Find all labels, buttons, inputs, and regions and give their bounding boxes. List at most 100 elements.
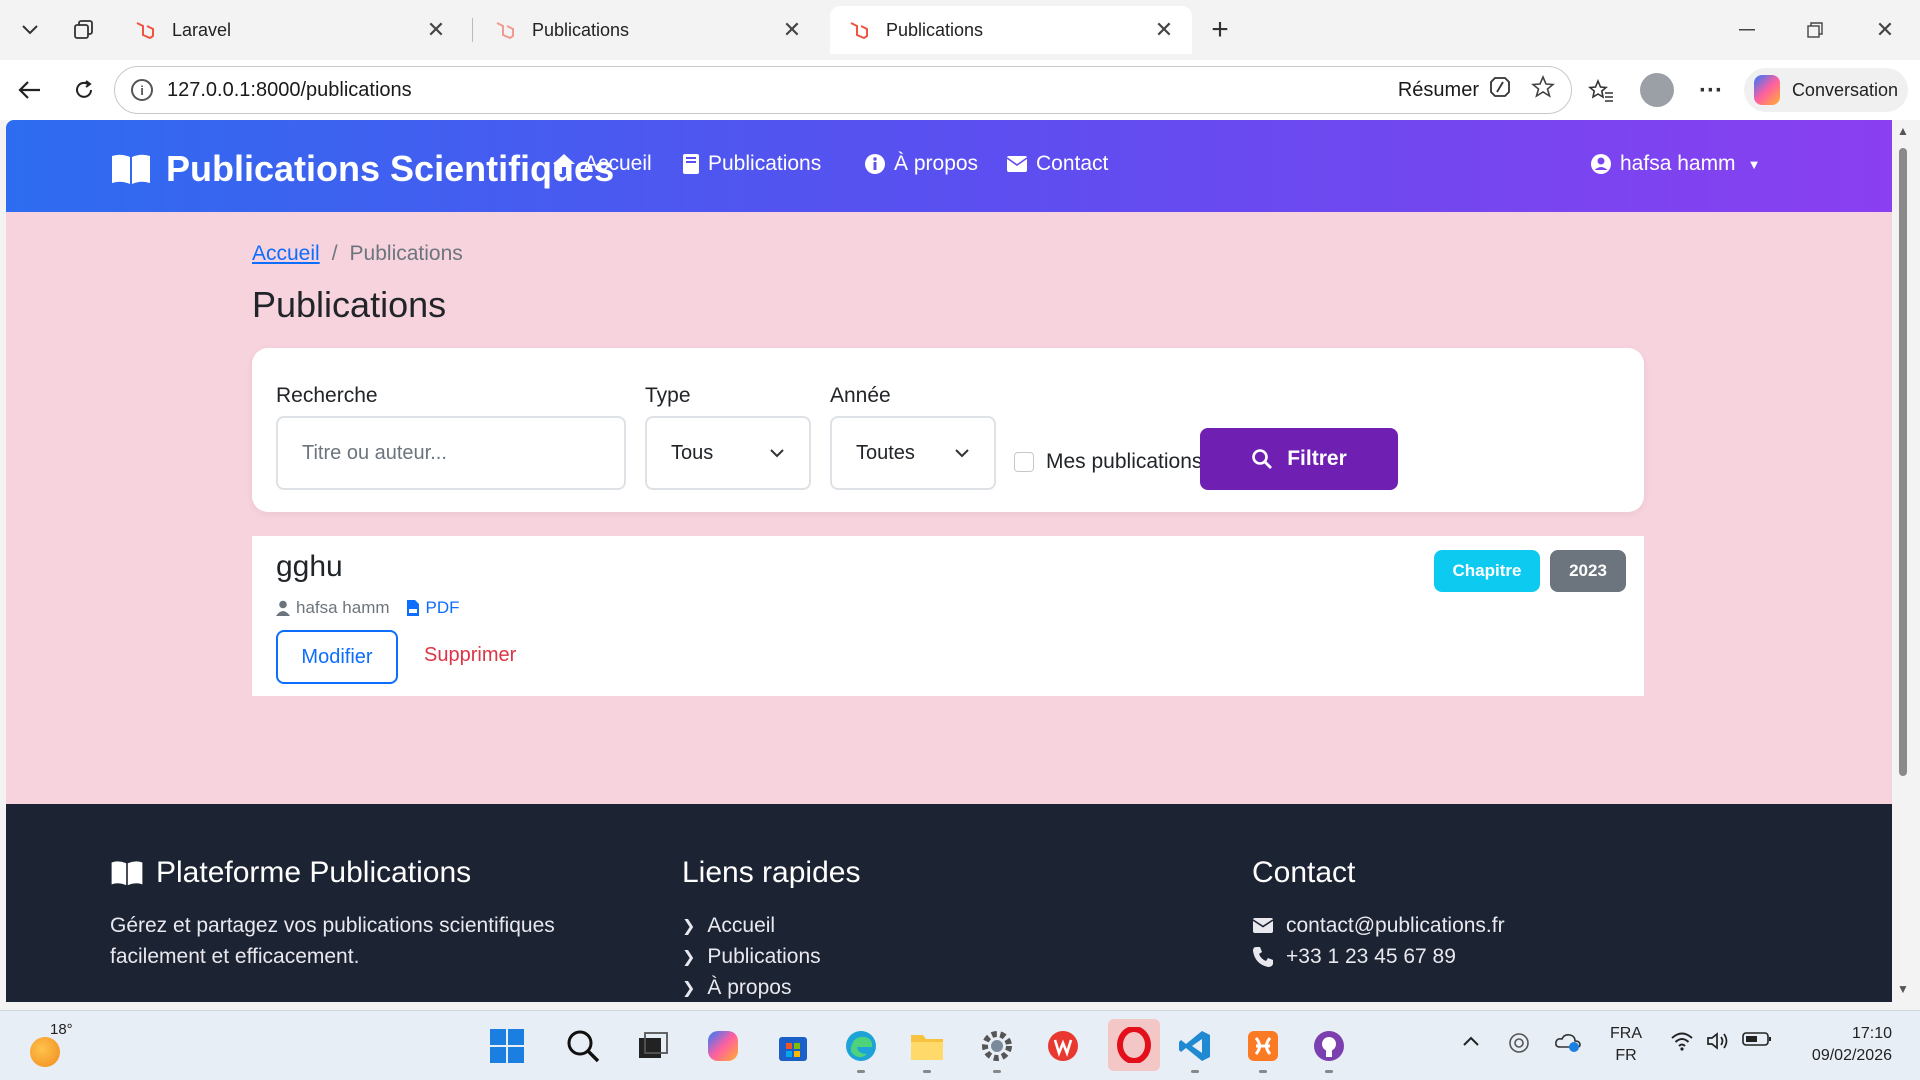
- settings-gear-icon[interactable]: [976, 1025, 1018, 1073]
- chevron-right-icon: ❯: [682, 917, 696, 935]
- brand-title: Publications Scientifiques: [166, 148, 615, 189]
- running-indicator: [993, 1070, 1001, 1073]
- footer-link-accueil[interactable]: ❯ Accueil: [682, 910, 821, 941]
- profile-avatar[interactable]: [1640, 73, 1674, 107]
- keyboard-layout: FR: [1615, 1047, 1637, 1064]
- copilot-button[interactable]: Conversation: [1744, 68, 1908, 112]
- scroll-up-arrow-icon[interactable]: ▲: [1897, 124, 1909, 138]
- restore-icon[interactable]: [1790, 10, 1840, 50]
- summarize-label[interactable]: Résumer: [1398, 79, 1479, 102]
- user-circle-icon: [1591, 154, 1611, 174]
- opera-browser-icon[interactable]: [1108, 1019, 1160, 1071]
- nav-link-contact[interactable]: Contact: [1006, 152, 1108, 176]
- footer-email-text: contact@publications.fr: [1286, 913, 1505, 937]
- language-code: FRA: [1610, 1025, 1642, 1042]
- url-text[interactable]: 127.0.0.1:8000/publications: [167, 79, 1398, 102]
- footer-phone[interactable]: +33 1 23 45 67 89: [1252, 941, 1505, 972]
- footer-link-a-propos[interactable]: ❯ À propos: [682, 972, 821, 1002]
- breadcrumb-home-link[interactable]: Accueil: [252, 242, 320, 266]
- minimize-icon[interactable]: [1722, 10, 1772, 50]
- tab-publications[interactable]: Publications ✕: [476, 6, 820, 54]
- search-placeholder: Titre ou auteur...: [302, 441, 447, 464]
- running-indicator: [1191, 1070, 1199, 1073]
- search-input[interactable]: Titre ou auteur...: [276, 416, 626, 490]
- favorite-star-icon[interactable]: [1530, 74, 1556, 105]
- running-indicator: [857, 1070, 865, 1073]
- close-icon[interactable]: ✕: [780, 17, 804, 43]
- volume-icon[interactable]: [1706, 1031, 1730, 1056]
- workspaces-icon[interactable]: [64, 12, 104, 48]
- footer-contact-title: Contact: [1252, 856, 1356, 889]
- site-navbar: Publications Scientifiques Accueil Publi…: [6, 120, 1892, 212]
- caret-down-icon: ▼: [1747, 156, 1761, 172]
- tray-app-icon[interactable]: [1508, 1031, 1530, 1060]
- wifi-icon[interactable]: [1670, 1031, 1694, 1056]
- site-brand[interactable]: Publications Scientifiques: [110, 148, 614, 190]
- tray-overflow-chevron-icon[interactable]: [1462, 1031, 1480, 1052]
- footer-link-publications[interactable]: ❯ Publications: [682, 941, 821, 972]
- more-options-icon[interactable]: ···: [1694, 74, 1728, 108]
- new-tab-icon[interactable]: +: [1200, 12, 1240, 48]
- year-select[interactable]: Toutes: [830, 416, 996, 490]
- site-info-icon[interactable]: i: [131, 79, 153, 101]
- favorites-icon[interactable]: [1584, 74, 1618, 108]
- github-desktop-icon[interactable]: [1308, 1025, 1350, 1073]
- url-bar[interactable]: i 127.0.0.1:8000/publications Résumer: [114, 66, 1572, 114]
- scroll-down-arrow-icon[interactable]: ▼: [1897, 982, 1909, 996]
- publication-meta: hafsa hamm PDF: [276, 598, 460, 618]
- refresh-icon[interactable]: [62, 70, 106, 110]
- system-clock[interactable]: 17:10 09/02/2026: [1796, 1023, 1892, 1067]
- type-select[interactable]: Tous: [645, 416, 811, 490]
- page-title: Publications: [252, 284, 447, 325]
- close-icon[interactable]: ✕: [424, 17, 448, 43]
- back-arrow-icon[interactable]: [8, 70, 52, 110]
- chevron-right-icon: ❯: [682, 979, 696, 997]
- nav-link-publications[interactable]: Publications: [682, 152, 821, 176]
- task-view-icon[interactable]: [632, 1025, 674, 1067]
- vscode-icon[interactable]: [1174, 1025, 1216, 1073]
- user-name: hafsa hamm: [1620, 152, 1736, 175]
- edit-button[interactable]: Modifier: [276, 630, 398, 684]
- battery-icon[interactable]: [1742, 1031, 1772, 1052]
- summarize-icon[interactable]: [1487, 74, 1513, 106]
- close-icon[interactable]: ✕: [1152, 17, 1176, 43]
- filter-form: Recherche Titre ou auteur... Type Tous A…: [252, 348, 1644, 512]
- my-publications-checkbox[interactable]: Mes publications: [1014, 450, 1202, 474]
- weather-widget[interactable]: 18°: [28, 1021, 73, 1067]
- nav-link-a-propos[interactable]: À propos: [864, 152, 978, 176]
- publication-title[interactable]: gghu: [276, 550, 343, 584]
- scrollbar-thumb[interactable]: [1899, 148, 1907, 776]
- file-explorer-icon[interactable]: [906, 1025, 948, 1073]
- pdf-link-label: PDF: [425, 598, 460, 617]
- envelope-icon: [1006, 156, 1028, 172]
- year-label: Année: [830, 384, 891, 407]
- running-indicator: [923, 1070, 931, 1073]
- tab-laravel[interactable]: Laravel ✕: [116, 6, 464, 54]
- checkbox-label[interactable]: Mes publications: [1046, 450, 1202, 474]
- filter-button[interactable]: Filtrer: [1200, 428, 1398, 490]
- window-close-icon[interactable]: ✕: [1860, 10, 1910, 50]
- nav-link-accueil[interactable]: Accueil: [552, 152, 652, 176]
- edge-browser-icon[interactable]: [840, 1025, 882, 1073]
- type-label: Type: [645, 384, 691, 407]
- checkbox-box[interactable]: [1014, 452, 1034, 472]
- input-language[interactable]: FRA FR: [1610, 1023, 1642, 1067]
- footer-description: Gérez et partagez vos publications scien…: [110, 914, 555, 968]
- xampp-icon[interactable]: [1242, 1025, 1284, 1073]
- pdf-link[interactable]: PDF: [406, 598, 460, 618]
- tab-publications-active[interactable]: Publications ✕: [830, 6, 1192, 54]
- store-icon[interactable]: [772, 1025, 814, 1067]
- browser-address-bar: i 127.0.0.1:8000/publications Résumer ··…: [0, 60, 1920, 120]
- footer-email[interactable]: contact@publications.fr: [1252, 910, 1505, 941]
- onedrive-sync-icon[interactable]: [1554, 1031, 1582, 1058]
- wps-office-icon[interactable]: [1042, 1025, 1084, 1067]
- type-select-value: Tous: [671, 441, 714, 464]
- page-scrollbar[interactable]: ▲ ▼: [1892, 120, 1914, 1002]
- start-windows-icon[interactable]: [486, 1025, 528, 1067]
- delete-button[interactable]: Supprimer: [424, 644, 516, 667]
- search-icon[interactable]: [562, 1025, 604, 1067]
- file-pdf-icon: [406, 600, 419, 616]
- tab-list-chevron-icon[interactable]: [10, 12, 50, 48]
- copilot-taskbar-icon[interactable]: [702, 1025, 744, 1067]
- user-dropdown[interactable]: hafsa hamm ▼: [1590, 152, 1760, 176]
